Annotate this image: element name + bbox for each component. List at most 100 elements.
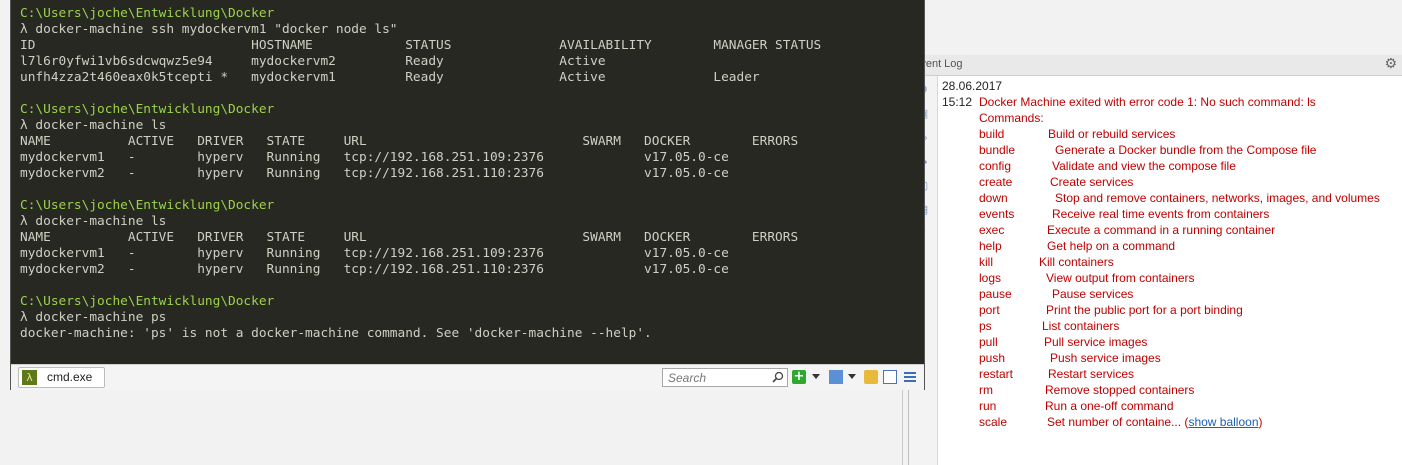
search-box[interactable] xyxy=(662,368,788,387)
output-line: mydockervm2 - hyperv Running tcp://192.1… xyxy=(20,262,729,277)
event-log-panel: Event Log ⚙ ⚙ ▣ ◈ ◆ ▢ ▤ ? 28.06.2017 15:… xyxy=(908,55,1402,465)
tab-cmd-exe[interactable]: λ cmd.exe xyxy=(18,367,105,388)
command-row: exec Execute a command in a running conta… xyxy=(942,222,1402,238)
command-name: exec xyxy=(979,223,1005,237)
command-description-text: Pull service images xyxy=(1044,335,1148,349)
output-line: ID HOSTNAME STATUS AVAILABILITY MANAGER … xyxy=(20,38,822,53)
log-entry: 15:12 Docker Machine exited with error c… xyxy=(942,94,1402,110)
prompt-path: C:\Users\joche\Entwicklung\Docker xyxy=(20,198,275,213)
command-name: build xyxy=(979,127,1005,141)
menu-icon[interactable] xyxy=(904,370,918,384)
prompt-path: C:\Users\joche\Entwicklung\Docker xyxy=(20,6,275,21)
command-description-text: List containers xyxy=(1042,319,1120,333)
terminal-output[interactable]: C:\Users\joche\Entwicklung\Docker λ dock… xyxy=(20,6,821,342)
view-icon[interactable] xyxy=(829,370,843,384)
command-description-text: Remove stopped containers xyxy=(1045,383,1195,397)
command-row: create Create services xyxy=(942,174,1402,190)
output-line: docker-machine: 'ps' is not a docker-mac… xyxy=(20,326,652,341)
command-name: ps xyxy=(979,319,992,333)
tab-label: cmd.exe xyxy=(47,370,93,384)
command-name: pause xyxy=(979,287,1012,301)
output-line: l7l6r0yfwi1vb6sdcwqwz5e94 mydockervm2 Re… xyxy=(20,54,606,69)
command-row: push Push service images xyxy=(942,350,1402,366)
command-row: down Stop and remove containers, networks… xyxy=(942,190,1402,206)
command-description-text: View output from containers xyxy=(1046,271,1195,285)
command-name: bundle xyxy=(979,143,1016,157)
command-description: Pause services xyxy=(1052,286,1133,302)
command-description: Receive real time events from containers xyxy=(1052,206,1269,222)
lock-icon[interactable] xyxy=(864,370,878,384)
command-row: pause Pause services xyxy=(942,286,1402,302)
add-tab-button[interactable]: + xyxy=(792,370,806,384)
command-row: kill Kill containers xyxy=(942,254,1402,270)
command-description: Build or rebuild services xyxy=(1048,126,1175,142)
log-message: Docker Machine exited with error code 1:… xyxy=(979,95,1316,109)
prompt-path: C:\Users\joche\Entwicklung\Docker xyxy=(20,294,275,309)
output-line: unfh4zza2t460eax0k5tcepti * mydockervm1 … xyxy=(20,70,760,85)
command-description-text: Stop and remove containers, networks, im… xyxy=(1055,191,1380,205)
command-name: port xyxy=(979,303,1000,317)
command-description: Generate a Docker bundle from the Compos… xyxy=(1055,142,1316,158)
command-description-text: Pause services xyxy=(1052,287,1134,301)
log-commands-header-row: Commands: xyxy=(942,110,1402,126)
command-name: help xyxy=(979,239,1002,253)
command-description: Push service images xyxy=(1050,350,1161,366)
command-name: run xyxy=(979,399,997,413)
command-description-text: Get help on a command xyxy=(1047,239,1176,253)
command-name: push xyxy=(979,351,1006,365)
command-description-text: Run a one-off command xyxy=(1045,399,1174,413)
view-dropdown-chevron-down-icon[interactable] xyxy=(848,370,856,384)
output-line: mydockervm1 - hyperv Running tcp://192.1… xyxy=(20,150,729,165)
command-description-text: Execute a command in a running container xyxy=(1047,223,1276,237)
command-description-text: Restart services xyxy=(1048,367,1135,381)
command-description: Get help on a command xyxy=(1047,238,1175,254)
terminal-tabbar: λ cmd.exe + xyxy=(11,364,924,390)
command-description-text: Set number of containe... xyxy=(1047,415,1182,429)
command-row: run Run a one-off command xyxy=(942,398,1402,414)
command-line: λ docker-machine ssh mydockervm1 "docker… xyxy=(20,22,398,37)
lambda-icon: λ xyxy=(22,370,37,385)
command-description-text: Validate and view the compose file xyxy=(1052,159,1236,173)
command-row: restart Restart services xyxy=(942,366,1402,382)
command-name: config xyxy=(979,159,1012,173)
command-name: scale xyxy=(979,415,1008,429)
command-row: bundle Generate a Docker bundle from the … xyxy=(942,142,1402,158)
split-view-icon[interactable] xyxy=(883,370,897,384)
command-line: λ docker-machine ls xyxy=(20,118,167,133)
log-commands-header: Commands: xyxy=(979,111,1044,125)
command-description: Set number of containe... (show balloon) xyxy=(1047,415,1263,429)
command-row: events Receive real time events from cont… xyxy=(942,206,1402,222)
gear-icon[interactable]: ⚙ xyxy=(1384,56,1397,72)
command-description-text: Kill containers xyxy=(1039,255,1114,269)
event-log-header: Event Log ⚙ xyxy=(909,55,1402,76)
command-row: pull Pull service images xyxy=(942,334,1402,350)
command-name: events xyxy=(979,207,1015,221)
command-description: Run a one-off command xyxy=(1045,398,1174,414)
output-line: NAME ACTIVE DRIVER STATE URL SWARM DOCKE… xyxy=(20,230,799,245)
command-row: port Print the public port for a port bin… xyxy=(942,302,1402,318)
terminal-window[interactable]: C:\Users\joche\Entwicklung\Docker λ dock… xyxy=(11,0,924,390)
command-description: Kill containers xyxy=(1039,254,1114,270)
add-dropdown-chevron-down-icon[interactable] xyxy=(812,370,820,384)
command-name: logs xyxy=(979,271,1002,285)
log-time: 15:12 xyxy=(942,95,973,109)
command-row: ps List containers xyxy=(942,318,1402,334)
command-line: λ docker-machine ls xyxy=(20,214,167,229)
command-description: Remove stopped containers xyxy=(1045,382,1194,398)
prompt-path: C:\Users\joche\Entwicklung\Docker xyxy=(20,102,275,117)
command-row: help Get help on a command xyxy=(942,238,1402,254)
command-row: build Build or rebuild services xyxy=(942,126,1402,142)
search-icon[interactable] xyxy=(772,371,784,383)
command-description-text: Generate a Docker bundle from the Compos… xyxy=(1055,143,1317,157)
show-balloon-link[interactable]: show balloon xyxy=(1188,415,1258,429)
command-description: Stop and remove containers, networks, im… xyxy=(1055,190,1380,206)
search-input[interactable] xyxy=(665,369,771,386)
command-row: rm Remove stopped containers xyxy=(942,382,1402,398)
command-description: View output from containers xyxy=(1046,270,1195,286)
command-name: pull xyxy=(979,335,998,349)
command-description: Validate and view the compose file xyxy=(1052,158,1236,174)
command-description-text: Receive real time events from containers xyxy=(1052,207,1270,221)
command-name: create xyxy=(979,175,1013,189)
output-line: mydockervm1 - hyperv Running tcp://192.1… xyxy=(20,246,729,261)
event-log-content: 28.06.2017 15:12 Docker Machine exited w… xyxy=(942,78,1402,430)
